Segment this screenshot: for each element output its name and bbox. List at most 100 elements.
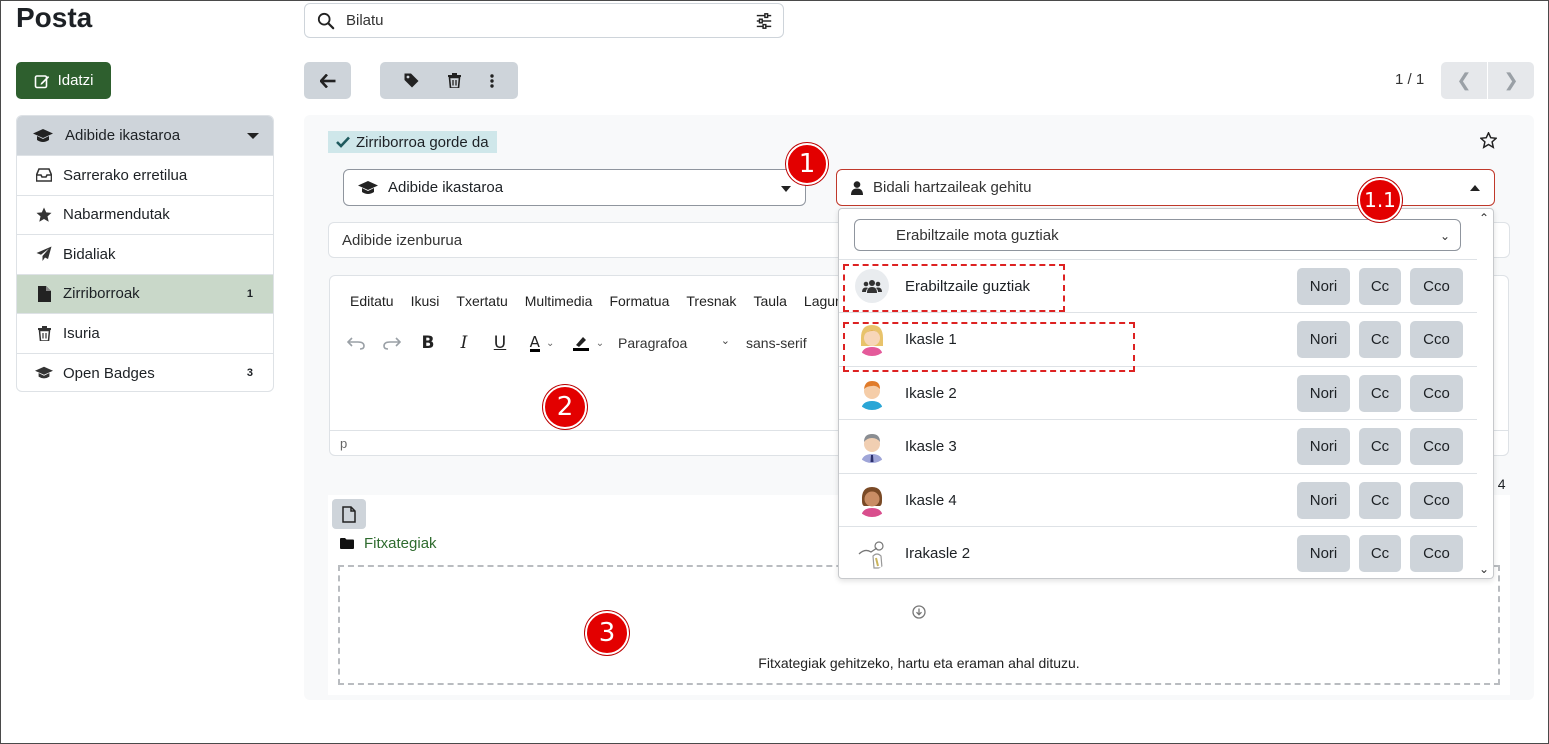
message-actions-group (380, 62, 518, 99)
chevron-down-icon: ⌄ (1439, 229, 1450, 243)
user-type-filter-value: Erabiltzaile mota guztiak (896, 226, 1059, 244)
chevron-up-icon[interactable]: ⌃ (1479, 211, 1489, 225)
sidebar-item-label: Bidaliak (63, 245, 116, 263)
sidebar-item-open-badges[interactable]: Open Badges 3 (17, 354, 273, 392)
sidebar: Adibide ikastaroa Sarrerako erretilua Na… (16, 115, 274, 392)
graduation-cap-icon (35, 366, 53, 380)
block-format-select[interactable]: Paragrafoa ⌄ (610, 329, 738, 357)
search-input[interactable]: Bilatu (304, 3, 784, 38)
recipients-placeholder: Bidali hartzaileak gehitu (873, 179, 1032, 196)
trash-icon (35, 325, 53, 341)
to-button[interactable]: Nori (1297, 320, 1350, 358)
cc-button[interactable]: Cc (1359, 320, 1401, 358)
bcc-button[interactable]: Cco (1410, 481, 1463, 519)
user-icon (851, 180, 863, 195)
recipient-row: Irakasle 2 Nori Cc Cco (839, 526, 1477, 578)
recipient-name: Ikasle 2 (905, 384, 957, 402)
sidebar-item-starred[interactable]: Nabarmendutak (17, 196, 273, 235)
saved-status: Zirriborroa gorde da (328, 131, 497, 153)
file-outline-icon (342, 505, 356, 523)
sidebar-item-label: Isuria (63, 324, 100, 342)
search-placeholder: Bilatu (346, 12, 384, 29)
recipient-row: Ikasle 4 Nori Cc Cco (839, 473, 1477, 527)
undo-icon[interactable] (338, 336, 374, 350)
italic-icon[interactable]: I (446, 333, 482, 353)
bcc-button[interactable]: Cco (1410, 267, 1463, 305)
chevron-up-icon[interactable] (1470, 185, 1480, 191)
count-badge: 1 (246, 287, 253, 300)
chevron-right-icon: ❯ (1503, 70, 1519, 90)
menu-view[interactable]: Ikusi (411, 293, 440, 309)
previous-page-button[interactable]: ❮ (1441, 62, 1488, 99)
annotation-badge-2: 2 (543, 385, 587, 429)
download-circle-icon (912, 605, 926, 619)
recipient-name: Ikasle 4 (905, 491, 957, 509)
to-button[interactable]: Nori (1297, 374, 1350, 412)
sidebar-item-drafts[interactable]: Zirriborroak 1 (17, 274, 273, 314)
filter-sliders-icon[interactable] (755, 12, 773, 30)
sidebar-item-label: Sarrerako erretilua (63, 166, 188, 184)
to-button[interactable]: Nori (1297, 267, 1350, 305)
star-toggle[interactable] (1479, 131, 1498, 152)
cc-button[interactable]: Cc (1359, 534, 1401, 572)
element-path: p (340, 436, 348, 451)
to-button[interactable]: Nori (1297, 481, 1350, 519)
folder-link[interactable]: Fitxategiak (364, 535, 437, 552)
annotation-badge-1-1: 1.1 (1358, 178, 1402, 222)
tag-icon[interactable] (404, 73, 419, 88)
folder-icon (340, 538, 354, 549)
more-vertical-icon[interactable] (489, 73, 494, 88)
menu-table[interactable]: Taula (753, 293, 786, 309)
sidebar-item-sent[interactable]: Bidaliak (17, 235, 273, 275)
dropzone-text: Fitxategiak gehitzeko, hartu eta eraman … (758, 655, 1080, 671)
back-button[interactable] (304, 62, 351, 99)
trash-icon[interactable] (447, 73, 461, 88)
cc-button[interactable]: Cc (1359, 374, 1401, 412)
font-family-select[interactable]: sans-serif (738, 329, 818, 357)
chevron-down-icon (781, 186, 791, 192)
highlight-student-1 (843, 322, 1135, 372)
pager-text: 1 / 1 (1395, 71, 1425, 88)
menu-format[interactable]: Formatua (609, 293, 669, 309)
menu-edit[interactable]: Editatu (350, 293, 394, 309)
file-dropzone[interactable]: Fitxategiak gehitzeko, hartu eta eraman … (338, 565, 1500, 685)
course-select[interactable]: Adibide ikastaroa (343, 169, 806, 206)
compose-button[interactable]: Idatzi (16, 62, 111, 99)
add-file-button[interactable] (332, 499, 366, 529)
bcc-button[interactable]: Cco (1410, 534, 1463, 572)
sidebar-item-inbox[interactable]: Sarrerako erretilua (17, 156, 273, 196)
highlight-color-icon[interactable]: ⌄ (566, 335, 610, 351)
bcc-button[interactable]: Cco (1410, 427, 1463, 465)
underline-icon[interactable]: U (482, 333, 518, 353)
cc-button[interactable]: Cc (1359, 481, 1401, 519)
cc-button[interactable]: Cc (1359, 267, 1401, 305)
bcc-button[interactable]: Cco (1410, 374, 1463, 412)
menu-multimedia[interactable]: Multimedia (525, 293, 593, 309)
chevron-down-icon[interactable]: ⌄ (1479, 562, 1489, 576)
chevron-down-icon (247, 133, 259, 139)
user-type-filter[interactable]: Erabiltzaile mota guztiak ⌄ (854, 219, 1461, 251)
search-icon (317, 12, 335, 30)
graduation-cap-icon (358, 180, 378, 194)
avatar-man (855, 429, 889, 464)
avatar-teacher (855, 536, 889, 570)
text-color-icon[interactable]: A ⌄ (518, 334, 566, 352)
redo-icon[interactable] (374, 336, 410, 350)
to-button[interactable]: Nori (1297, 534, 1350, 572)
sidebar-item-trash[interactable]: Isuria (17, 314, 273, 354)
recipient-row: Ikasle 2 Nori Cc Cco (839, 366, 1477, 420)
cc-button[interactable]: Cc (1359, 427, 1401, 465)
dropdown-scrollbar[interactable]: ⌃ ⌄ (1475, 209, 1493, 578)
block-format-value: Paragrafoa (618, 335, 688, 351)
menu-insert[interactable]: Txertatu (456, 293, 507, 309)
app-title: Posta (16, 2, 93, 33)
bcc-button[interactable]: Cco (1410, 320, 1463, 358)
highlight-all-users (843, 264, 1065, 312)
course-selector[interactable]: Adibide ikastaroa (17, 116, 273, 156)
menu-tools[interactable]: Tresnak (686, 293, 736, 309)
sidebar-item-label: Open Badges (63, 364, 155, 382)
next-page-button[interactable]: ❯ (1488, 62, 1534, 99)
recipient-row: Ikasle 3 Nori Cc Cco (839, 419, 1477, 473)
to-button[interactable]: Nori (1297, 427, 1350, 465)
bold-icon[interactable]: B (410, 333, 446, 353)
